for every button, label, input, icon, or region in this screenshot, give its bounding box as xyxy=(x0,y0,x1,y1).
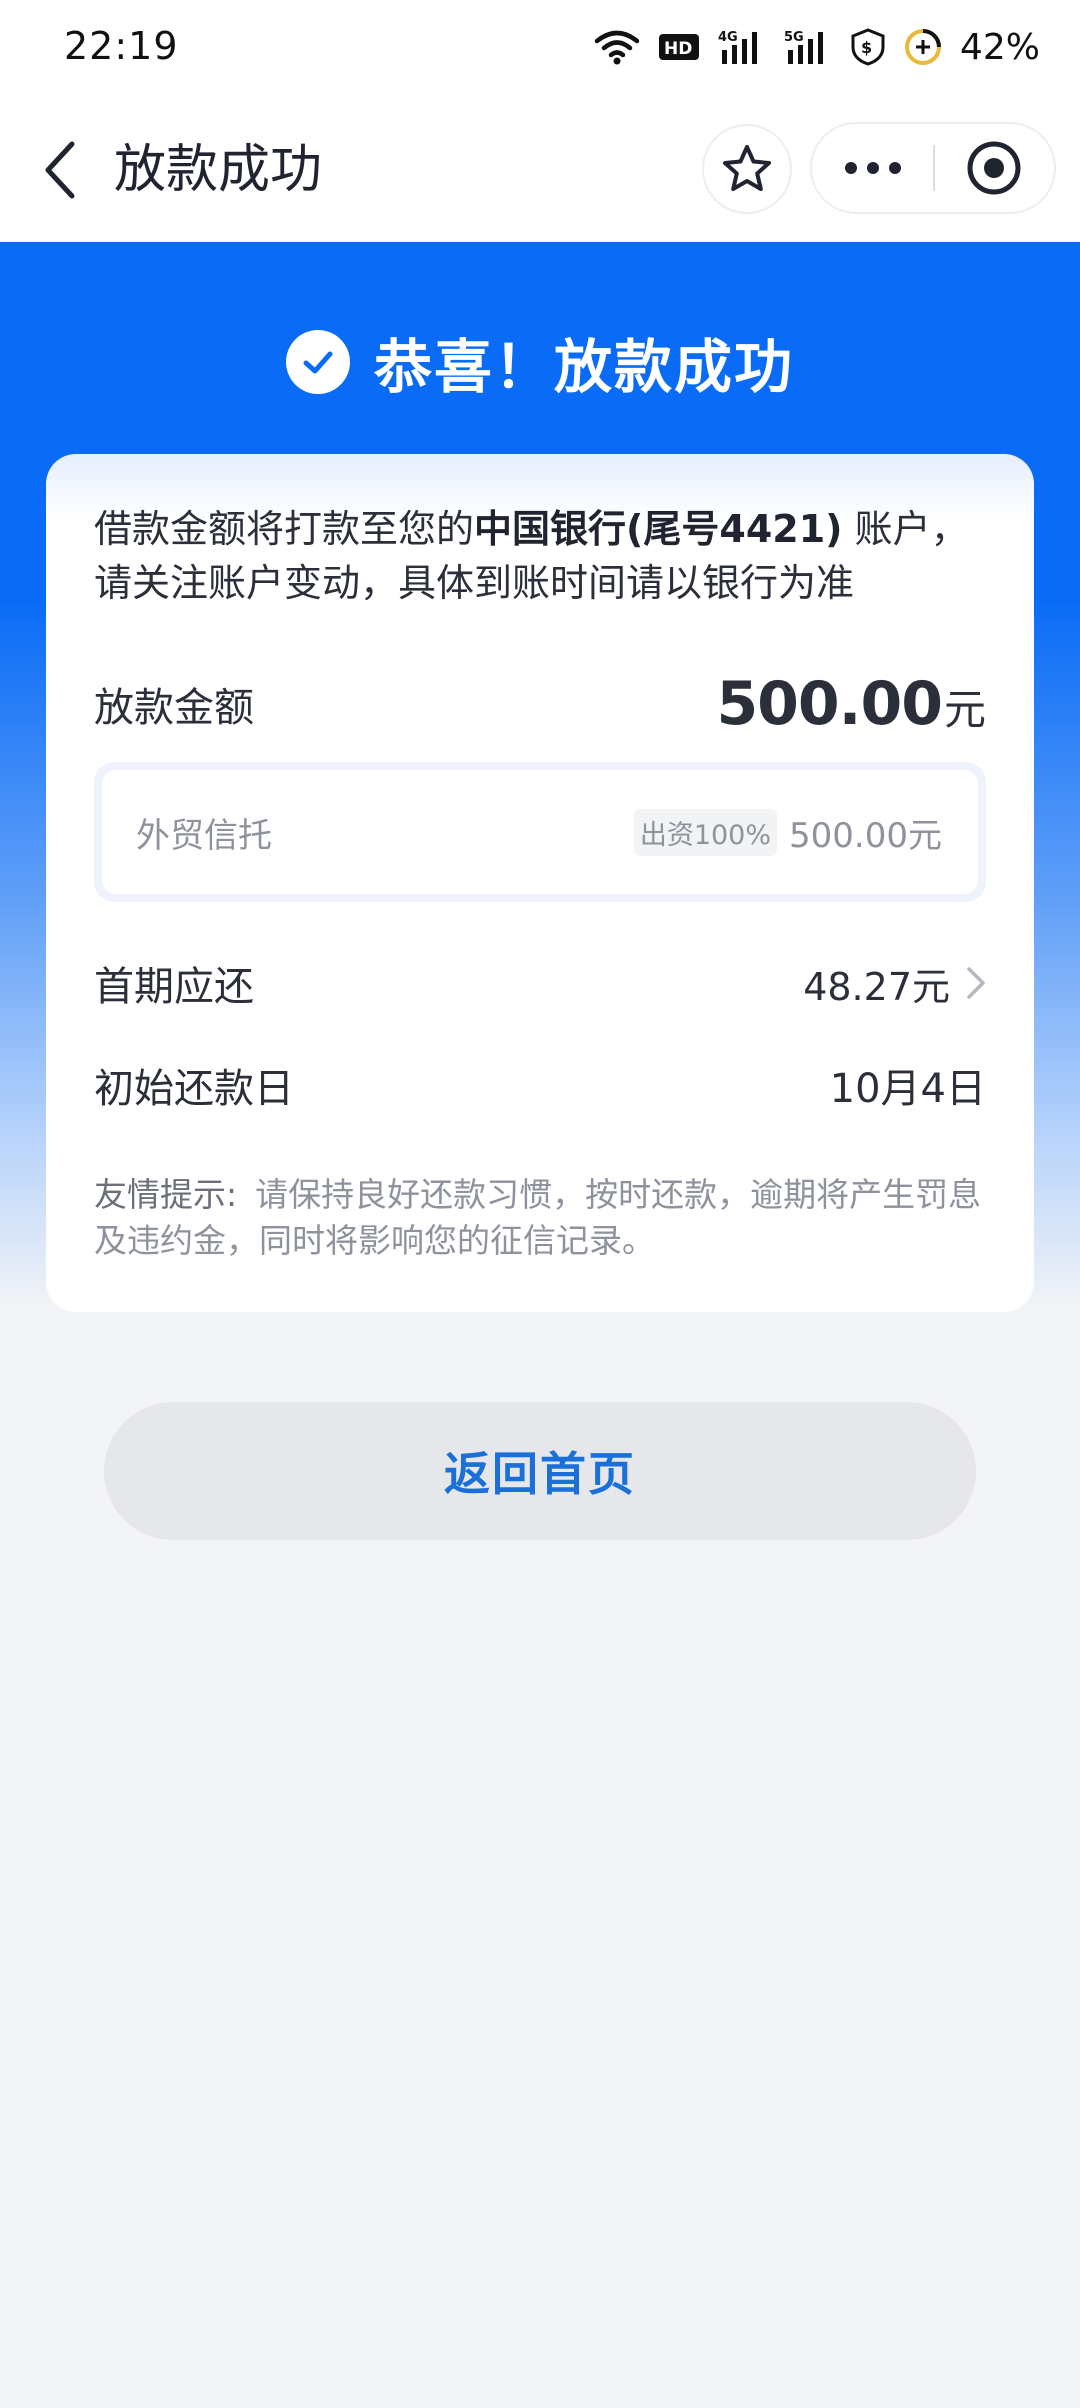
repayment-date-label: 初始还款日 xyxy=(94,1066,294,1112)
back-arrow-icon xyxy=(45,141,75,199)
signal-5g-icon: 5G xyxy=(784,30,823,64)
repayment-date-value: 10月4日 xyxy=(829,1066,986,1112)
first-payment-label: 首期应还 xyxy=(94,964,254,1010)
close-target-icon xyxy=(967,141,1021,195)
loan-amount-unit: 元 xyxy=(943,685,986,734)
favorite-button[interactable] xyxy=(702,124,792,214)
first-payment-value: 48.27元 xyxy=(803,964,950,1009)
more-button[interactable] xyxy=(812,124,933,212)
success-check-icon xyxy=(285,330,350,394)
svg-text:5G: 5G xyxy=(784,30,804,45)
loan-amount-value: 500.00 元 xyxy=(716,669,986,739)
funder-share-badge: 出资100% xyxy=(633,808,778,856)
transfer-notice: 借款金额将打款至您的中国银行(尾号4421) 账户，请关注账户变动，具体到账时间… xyxy=(94,502,994,610)
nav-bar: 放款成功 xyxy=(0,98,1080,242)
wifi-icon xyxy=(594,30,640,65)
first-payment-row[interactable]: 首期应还 48.27元 xyxy=(94,948,986,1018)
battery-percent: 42% xyxy=(959,26,1040,68)
first-payment-detail[interactable]: 48.27元 xyxy=(803,956,986,1011)
success-title: 恭喜！放款成功 xyxy=(373,333,794,401)
loan-amount-number: 500.00 xyxy=(716,669,943,739)
svg-text:4G: 4G xyxy=(718,30,738,45)
hd-icon: HD xyxy=(658,34,699,60)
status-bar: 22:19 HD 4G 5G $ 42% xyxy=(0,0,1080,98)
funder-row: 外贸信托 出资100% 500.00元 xyxy=(102,770,978,894)
loan-amount-label: 放款金额 xyxy=(94,685,254,731)
page-title: 放款成功 xyxy=(114,140,323,200)
funder-detail: 出资100% 500.00元 xyxy=(633,808,942,857)
star-icon xyxy=(723,145,771,191)
status-time: 22:19 xyxy=(64,24,179,68)
signal-4g-icon: 4G xyxy=(718,30,757,64)
chevron-right-icon xyxy=(967,967,985,999)
loan-amount-row: 放款金额 500.00 元 xyxy=(94,669,986,739)
funder-amount: 500.00元 xyxy=(789,815,942,856)
shield-dollar-icon: $ xyxy=(851,28,885,66)
more-icon xyxy=(844,162,901,174)
funder-name: 外贸信托 xyxy=(136,815,272,856)
svg-text:$: $ xyxy=(861,38,872,57)
friendly-tip: 友情提示: 请保持良好还款习惯，按时还款，逾期将产生罚息及违约金，同时将影响您的征… xyxy=(94,1172,994,1264)
notice-prefix: 借款金额将打款至您的 xyxy=(94,507,475,551)
battery-saver-icon xyxy=(904,29,941,65)
loan-result-card: 借款金额将打款至您的中国银行(尾号4421) 账户，请关注账户变动，具体到账时间… xyxy=(46,454,1034,1312)
tip-label: 友情提示: xyxy=(94,1175,238,1214)
close-button[interactable] xyxy=(935,124,1054,212)
return-home-button[interactable]: 返回首页 xyxy=(104,1402,976,1540)
svg-text:HD: HD xyxy=(664,39,692,59)
status-icons: HD 4G 5G $ 42% xyxy=(594,22,1040,72)
hero-header: 恭喜！放款成功 xyxy=(0,322,1080,402)
funder-box: 外贸信托 出资100% 500.00元 xyxy=(94,762,986,902)
back-button[interactable] xyxy=(30,134,90,206)
mini-program-capsule xyxy=(810,122,1056,214)
notice-bank: 中国银行(尾号4421) xyxy=(474,507,843,551)
repayment-date-row: 初始还款日 10月4日 xyxy=(94,1050,986,1120)
